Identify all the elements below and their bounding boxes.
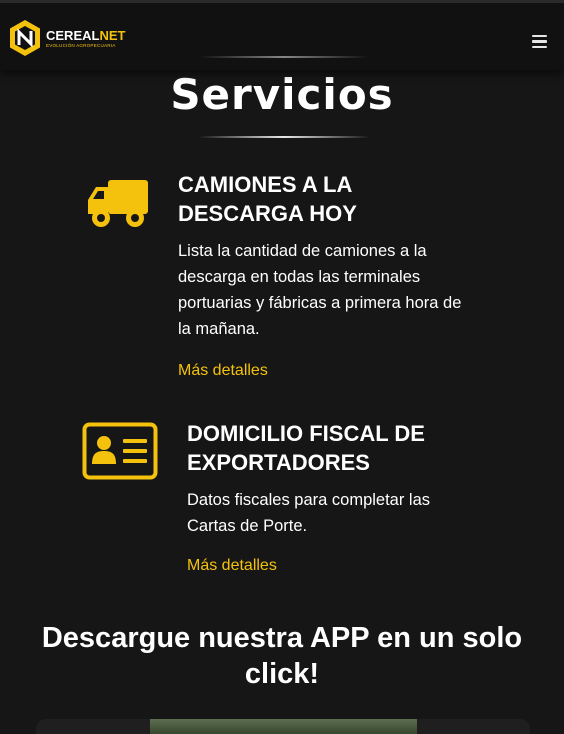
mas-detalles-link[interactable]: Más detalles — [178, 362, 268, 380]
app-download-title: Descargue nuestra APP en un solo click! — [41, 622, 523, 690]
id-card-icon — [82, 422, 158, 480]
service-description: Lista la cantidad de camiones a la desca… — [178, 242, 462, 338]
mas-detalles-link[interactable]: Más detalles — [187, 557, 277, 575]
service-title: DOMICILIO FISCAL DE EXPORTADORES — [187, 421, 425, 475]
brand-name: CEREALNET — [46, 28, 126, 43]
hamburger-menu-icon[interactable] — [532, 35, 548, 49]
brand-tagline: EVOLUCIÓN AGROPECUARIA — [46, 43, 116, 48]
section-title: Servicios — [170, 70, 394, 119]
title-divider-bottom — [198, 136, 370, 138]
service-description: Datos fiscales para completar las Cartas… — [187, 491, 431, 535]
brand-logo[interactable]: CEREALNET EVOLUCIÓN AGROPECUARIA — [8, 19, 128, 59]
cerealnet-logo-icon — [10, 20, 40, 56]
navbar: CEREALNET EVOLUCIÓN AGROPECUARIA — [0, 0, 564, 70]
title-divider-top — [200, 56, 368, 58]
service-title: CAMIONES A LA DESCARGA HOY — [178, 172, 357, 226]
truck-icon — [88, 180, 148, 227]
app-preview-image — [150, 719, 417, 734]
